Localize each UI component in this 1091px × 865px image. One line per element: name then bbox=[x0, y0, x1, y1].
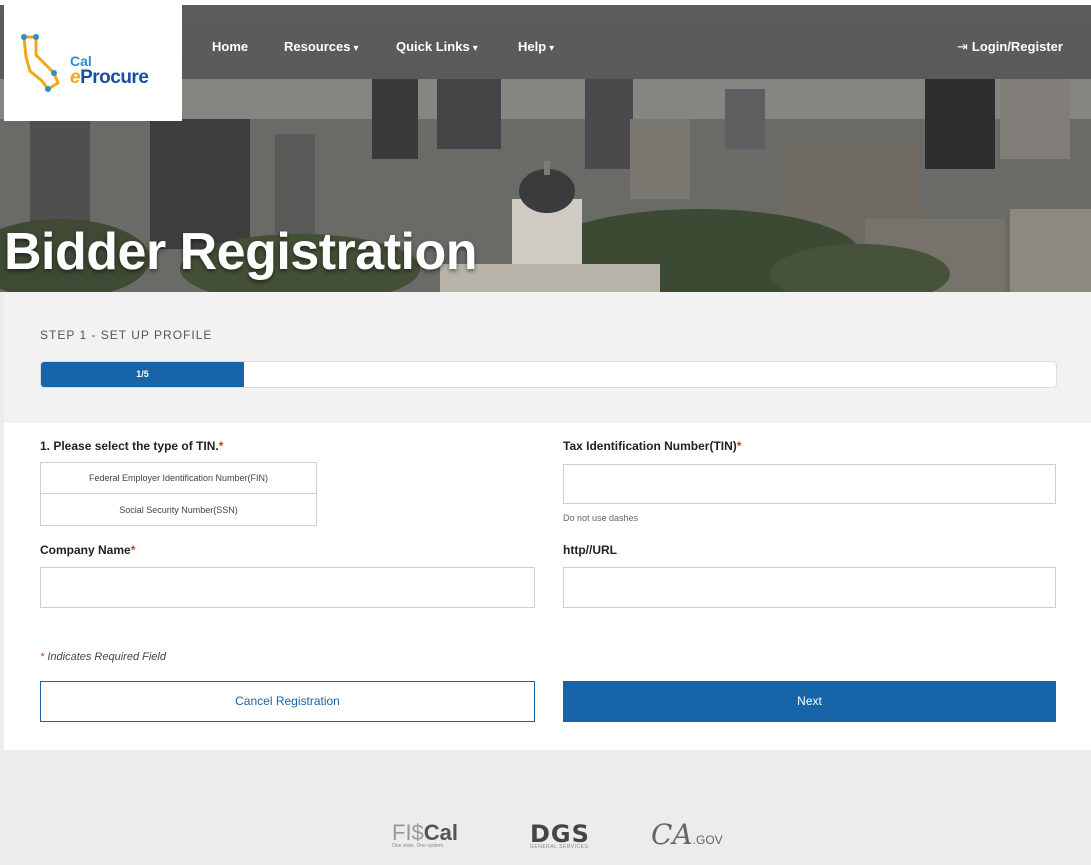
url-label: http//URL bbox=[563, 543, 617, 557]
nav-quick-links-label: Quick Links bbox=[396, 39, 470, 54]
ca-gov-logo[interactable]: CA.GOV bbox=[651, 818, 723, 851]
logo-e-letter: e bbox=[70, 67, 81, 88]
ca-gov-text: .GOV bbox=[692, 833, 723, 847]
nav-resources-menu[interactable]: Resources ▾ bbox=[284, 39, 359, 54]
ca-gov-script: CA bbox=[651, 818, 693, 851]
cancel-registration-button[interactable]: Cancel Registration bbox=[40, 681, 535, 722]
logo-eprocure-text: eProcure bbox=[70, 67, 149, 89]
required-asterisk: * bbox=[736, 439, 742, 453]
nav-resources-label: Resources bbox=[284, 39, 351, 54]
step-panel: STEP 1 - SET UP PROFILE 1/5 bbox=[4, 292, 1091, 423]
login-icon: ⇥ bbox=[957, 39, 968, 54]
required-field-note: * Indicates Required Field bbox=[40, 651, 166, 663]
next-button[interactable]: Next bbox=[563, 681, 1056, 722]
tin-option-ssn[interactable]: Social Security Number(SSN) bbox=[41, 495, 316, 526]
dgs-tagline: GENERAL SERVICES bbox=[530, 844, 589, 850]
tin-type-label: 1. Please select the type of TIN.* bbox=[40, 439, 223, 453]
company-name-input[interactable] bbox=[40, 567, 535, 608]
tin-type-label-text: 1. Please select the type of TIN. bbox=[40, 439, 219, 453]
tin-label: Tax Identification Number(TIN)* bbox=[563, 439, 741, 453]
dgs-logo[interactable]: DGS GENERAL SERVICES bbox=[530, 820, 590, 850]
required-note-text: Indicates Required Field bbox=[44, 651, 166, 663]
tin-label-text: Tax Identification Number(TIN) bbox=[563, 439, 737, 453]
tin-type-selector: Federal Employer Identification Number(F… bbox=[40, 462, 317, 526]
tin-input[interactable] bbox=[563, 464, 1056, 504]
step-label: STEP 1 - SET UP PROFILE bbox=[40, 328, 213, 342]
tin-option-fin[interactable]: Federal Employer Identification Number(F… bbox=[41, 463, 316, 494]
chevron-down-icon: ▾ bbox=[549, 43, 555, 54]
nav-home-link[interactable]: Home bbox=[212, 39, 248, 54]
nav-help-menu[interactable]: Help ▾ bbox=[518, 39, 554, 54]
nav-quick-links-menu[interactable]: Quick Links ▾ bbox=[396, 39, 478, 54]
url-input[interactable] bbox=[563, 567, 1056, 608]
required-asterisk: * bbox=[130, 543, 136, 557]
company-name-label: Company Name* bbox=[40, 543, 135, 557]
login-register-label: Login/Register bbox=[971, 39, 1063, 54]
company-name-label-text: Company Name bbox=[40, 543, 131, 557]
required-asterisk: * bbox=[218, 439, 224, 453]
fiscal-logo-bold: Cal bbox=[423, 820, 459, 845]
fiscal-logo-thin: FI$ bbox=[392, 820, 424, 845]
chevron-down-icon: ▾ bbox=[472, 43, 478, 54]
nav-help-label: Help bbox=[518, 39, 547, 54]
california-map-icon bbox=[21, 34, 60, 92]
progress-fill: 1/5 bbox=[41, 362, 244, 387]
tin-hint: Do not use dashes bbox=[563, 513, 639, 523]
progress-text: 1/5 bbox=[136, 369, 149, 379]
page-title: Bidder Registration bbox=[4, 223, 478, 281]
hero-banner: Home Resources ▾ Quick Links ▾ Help ▾ ⇥ Logi… bbox=[0, 0, 1091, 292]
nav-home-label: Home bbox=[212, 39, 249, 54]
fiscal-logo[interactable]: FI$Cal One state. One system. bbox=[392, 820, 458, 849]
caleprocure-logo[interactable]: Cal eProcure bbox=[4, 5, 182, 121]
registration-form: 1. Please select the type of TIN.* Feder… bbox=[4, 423, 1091, 750]
login-register-link[interactable]: ⇥ Login/Register bbox=[957, 39, 1063, 55]
logo-procure-word: Procure bbox=[80, 67, 149, 88]
progress-bar: 1/5 bbox=[40, 361, 1057, 388]
chevron-down-icon: ▾ bbox=[353, 43, 359, 54]
